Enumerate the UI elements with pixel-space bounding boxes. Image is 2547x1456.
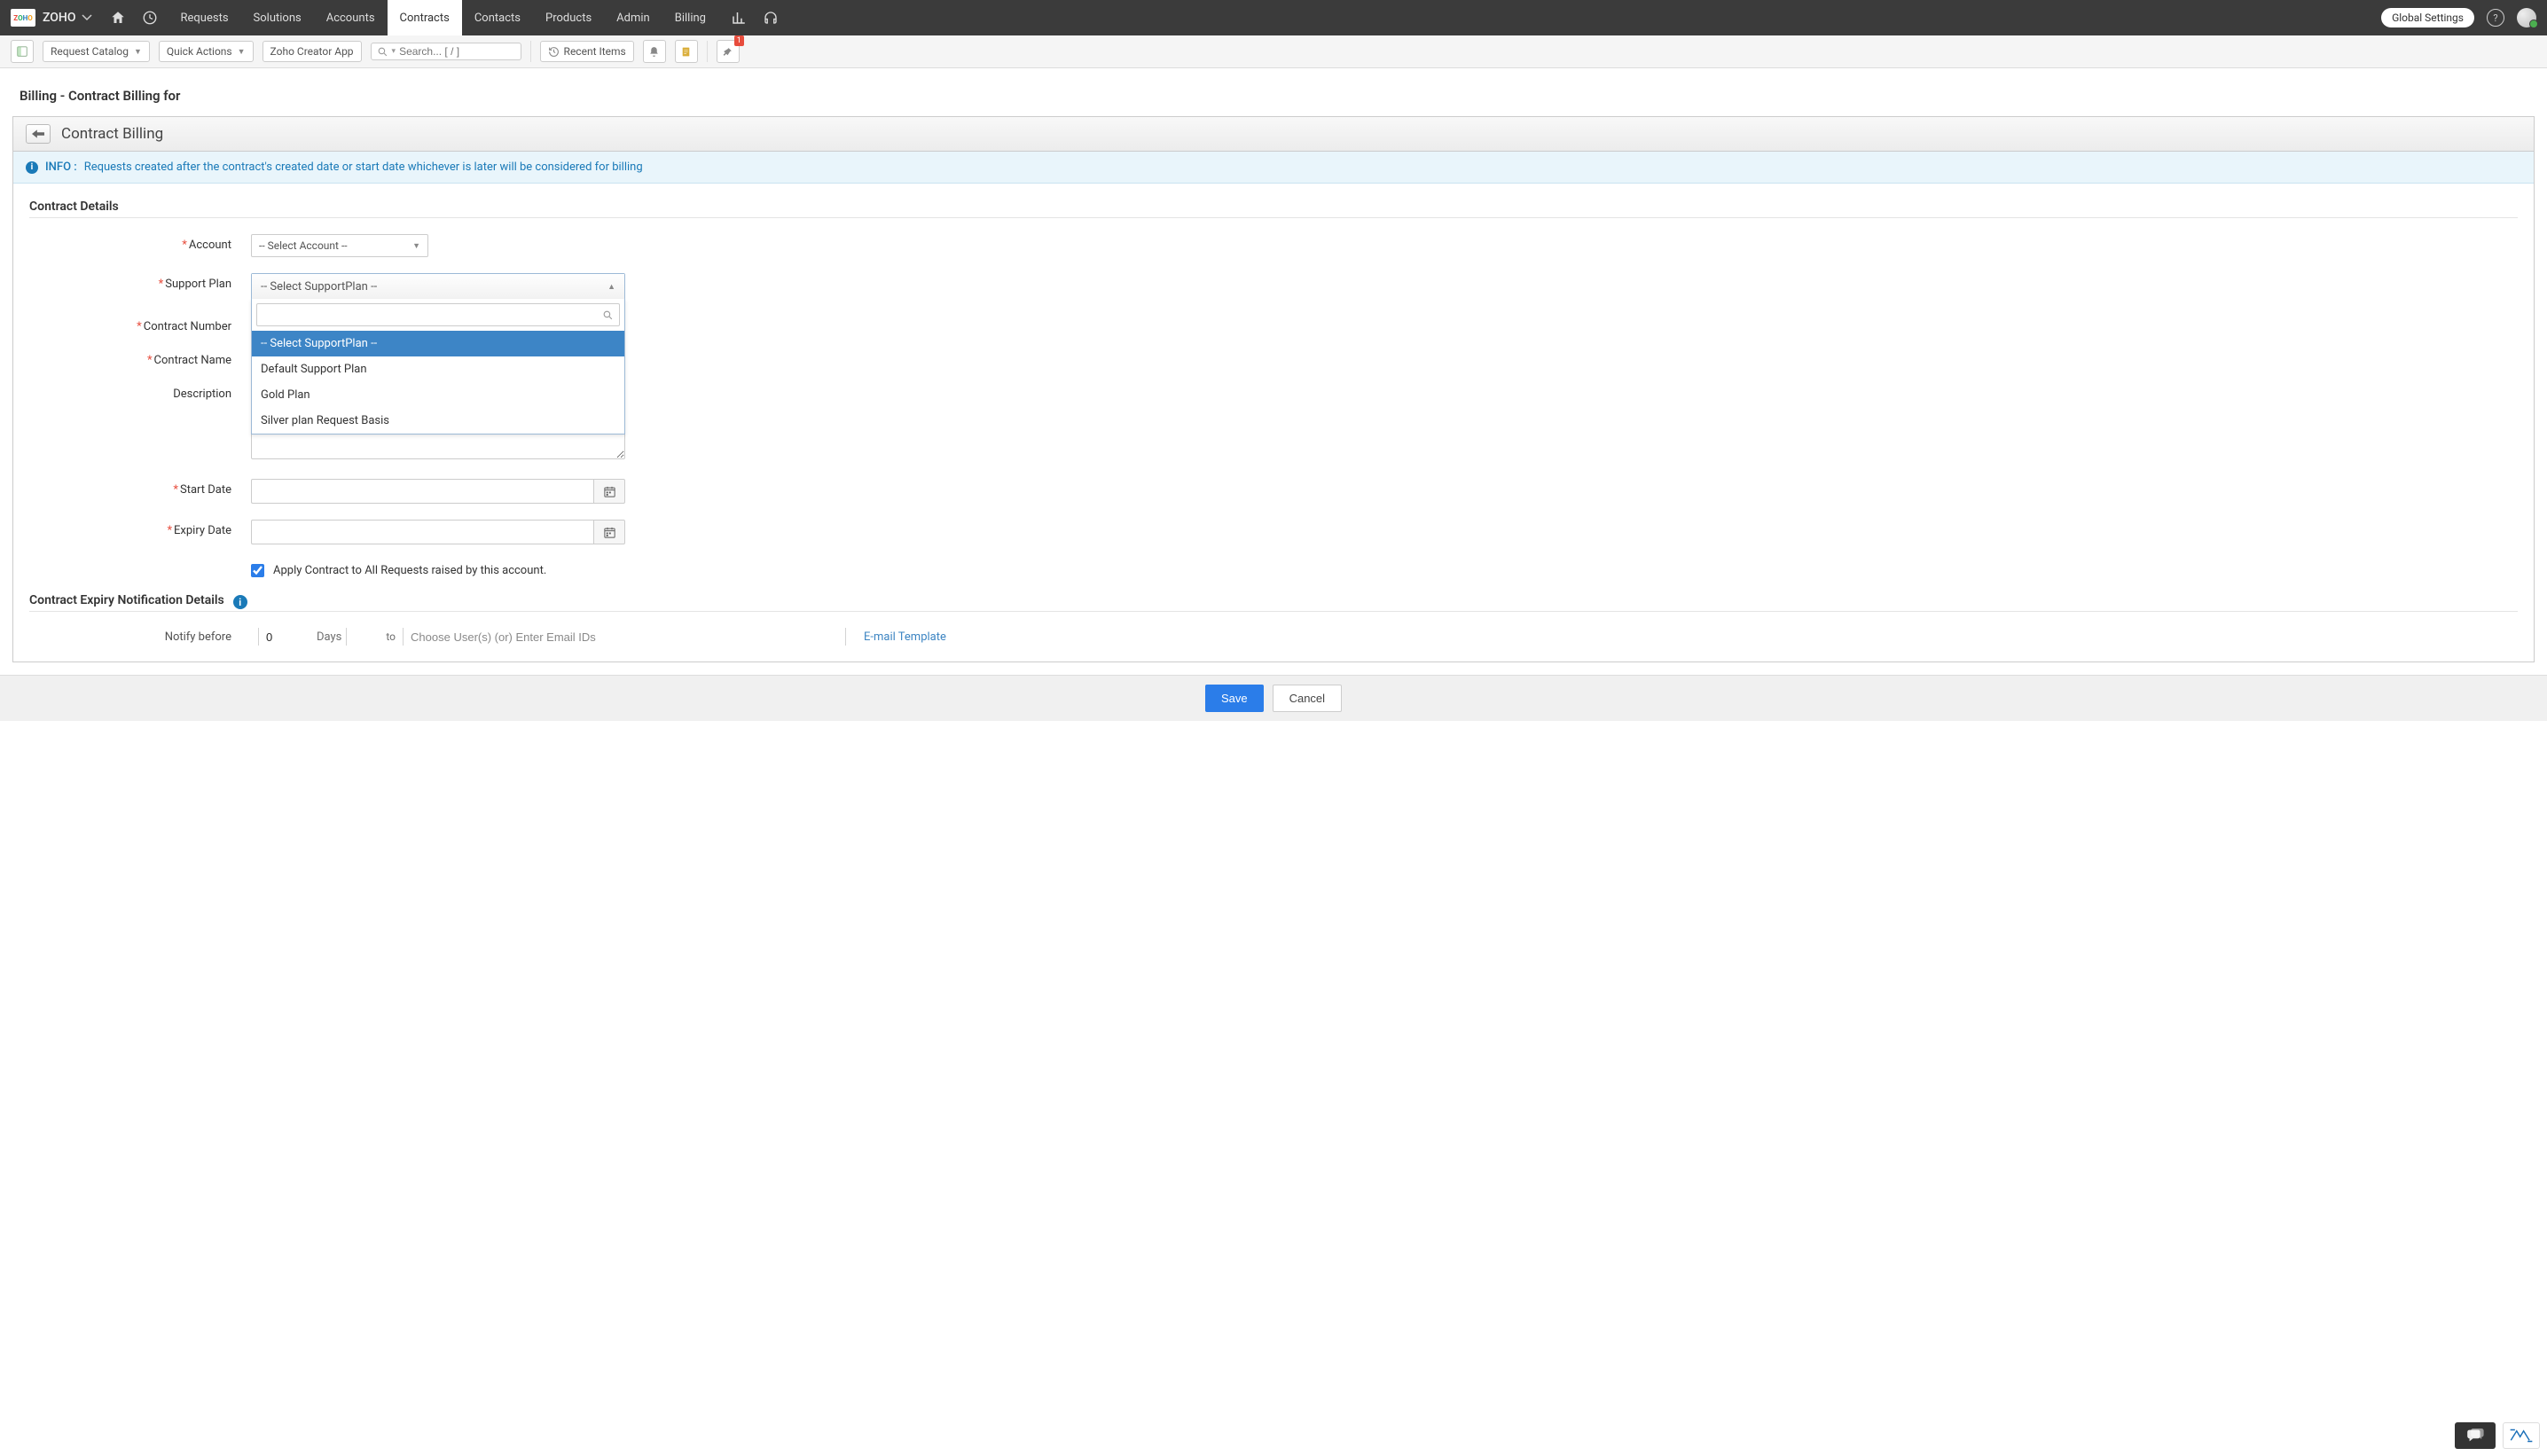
search-input[interactable] bbox=[399, 45, 514, 58]
info-icon: i bbox=[26, 161, 38, 174]
support-plan-option-silver[interactable]: Silver plan Request Basis bbox=[252, 408, 624, 434]
days-label: Days bbox=[317, 630, 341, 644]
apply-contract-label: Apply Contract to All Requests raised by… bbox=[273, 564, 546, 577]
support-plan-option-default[interactable]: Default Support Plan bbox=[252, 356, 624, 382]
home-icon[interactable] bbox=[110, 10, 126, 26]
apply-contract-checkbox[interactable] bbox=[251, 564, 264, 577]
nav-tab-contacts[interactable]: Contacts bbox=[462, 0, 533, 35]
global-search[interactable]: ▾ bbox=[371, 43, 521, 60]
support-plan-label: *Support Plan bbox=[29, 273, 251, 291]
nav-tab-contracts[interactable]: Contracts bbox=[388, 0, 462, 35]
headset-icon[interactable] bbox=[763, 10, 779, 26]
calendar-icon bbox=[603, 526, 616, 539]
contract-name-label: *Contract Name bbox=[29, 349, 251, 367]
quick-actions-dropdown[interactable]: Quick Actions▼ bbox=[159, 41, 254, 62]
info-icon[interactable]: i bbox=[233, 595, 247, 609]
nav-tab-billing[interactable]: Billing bbox=[662, 0, 718, 35]
brand-name: ZOHO bbox=[43, 11, 76, 25]
notify-before-label: Notify before bbox=[29, 630, 251, 644]
support-plan-option-gold[interactable]: Gold Plan bbox=[252, 382, 624, 408]
contract-billing-panel: Contract Billing i INFO : Requests creat… bbox=[12, 116, 2535, 662]
info-banner: i INFO : Requests created after the cont… bbox=[13, 152, 2534, 184]
notifications-button[interactable] bbox=[643, 40, 666, 63]
user-avatar[interactable] bbox=[2517, 8, 2536, 27]
announcements-button[interactable] bbox=[717, 40, 740, 63]
top-navbar: ZOHO ZOHO Requests Solutions Accounts Co… bbox=[0, 0, 2547, 35]
sub-toolbar: Request Catalog▼ Quick Actions▼ Zoho Cre… bbox=[0, 35, 2547, 68]
account-select[interactable]: -- Select Account -- ▼ bbox=[251, 234, 428, 257]
dropdown-search-input[interactable] bbox=[263, 309, 602, 321]
chevron-down-icon: ▼ bbox=[412, 241, 420, 251]
search-chevron-icon[interactable]: ▾ bbox=[392, 47, 396, 56]
chat-widget-button[interactable] bbox=[2455, 1422, 2496, 1449]
start-date-picker-button[interactable] bbox=[593, 479, 625, 504]
nav-tab-products[interactable]: Products bbox=[533, 0, 604, 35]
account-label: *Account bbox=[29, 234, 251, 252]
panel-title: Contract Billing bbox=[61, 125, 163, 143]
email-template-link[interactable]: E-mail Template bbox=[864, 630, 946, 644]
contract-details-heading: Contract Details bbox=[29, 200, 2518, 214]
nav-tab-accounts[interactable]: Accounts bbox=[314, 0, 388, 35]
dropdown-search[interactable] bbox=[256, 303, 620, 326]
support-plan-select[interactable]: -- Select SupportPlan -- ▲ -- Select Sup… bbox=[251, 273, 625, 300]
back-button[interactable] bbox=[26, 124, 51, 144]
expiry-date-label: *Expiry Date bbox=[29, 520, 251, 537]
info-text: Requests created after the contract's cr… bbox=[84, 160, 643, 174]
calendar-icon bbox=[603, 485, 616, 498]
search-icon bbox=[377, 46, 388, 58]
start-date-input[interactable] bbox=[251, 479, 593, 504]
brand-chevron-icon[interactable] bbox=[82, 14, 92, 21]
apply-contract-checkbox-row[interactable]: Apply Contract to All Requests raised by… bbox=[251, 564, 546, 577]
info-label: INFO : bbox=[45, 160, 77, 174]
contract-number-label: *Contract Number bbox=[29, 316, 251, 333]
search-icon bbox=[602, 309, 614, 321]
page-title: Billing - Contract Billing for bbox=[20, 88, 2535, 104]
start-date-label: *Start Date bbox=[29, 479, 251, 497]
help-icon[interactable]: ? bbox=[2487, 9, 2504, 27]
expiry-date-input[interactable] bbox=[251, 520, 593, 544]
save-button[interactable]: Save bbox=[1205, 685, 1264, 712]
expiry-date-picker-button[interactable] bbox=[593, 520, 625, 544]
expiry-notification-heading: Contract Expiry Notification Details bbox=[29, 593, 224, 607]
to-label: to bbox=[386, 630, 396, 643]
support-plan-option-placeholder[interactable]: -- Select SupportPlan -- bbox=[252, 331, 624, 356]
recent-items-button[interactable]: Recent Items bbox=[540, 41, 634, 62]
zoho-logo[interactable]: ZOHO bbox=[11, 9, 35, 27]
reports-icon[interactable] bbox=[731, 10, 747, 26]
nav-tabs: Requests Solutions Accounts Contracts Co… bbox=[168, 0, 718, 35]
zia-assistant-button[interactable] bbox=[2503, 1422, 2540, 1449]
nav-tab-admin[interactable]: Admin bbox=[604, 0, 662, 35]
creator-app-button[interactable]: Zoho Creator App bbox=[263, 41, 362, 62]
description-label: Description bbox=[29, 383, 251, 401]
notes-button[interactable] bbox=[675, 40, 698, 63]
support-plan-dropdown: -- Select SupportPlan -- Default Support… bbox=[251, 299, 625, 434]
dashboard-clock-icon[interactable] bbox=[142, 10, 158, 26]
notify-email-input[interactable] bbox=[403, 628, 846, 646]
chevron-up-icon: ▲ bbox=[607, 282, 615, 292]
request-catalog-dropdown[interactable]: Request Catalog▼ bbox=[43, 41, 150, 62]
nav-tab-solutions[interactable]: Solutions bbox=[241, 0, 314, 35]
form-footer: Save Cancel bbox=[0, 675, 2547, 721]
global-settings-button[interactable]: Global Settings bbox=[2381, 8, 2474, 27]
history-icon bbox=[548, 46, 560, 58]
toggle-sidebar-button[interactable] bbox=[11, 40, 34, 63]
cancel-button[interactable]: Cancel bbox=[1273, 685, 1342, 712]
nav-tab-requests[interactable]: Requests bbox=[168, 0, 241, 35]
